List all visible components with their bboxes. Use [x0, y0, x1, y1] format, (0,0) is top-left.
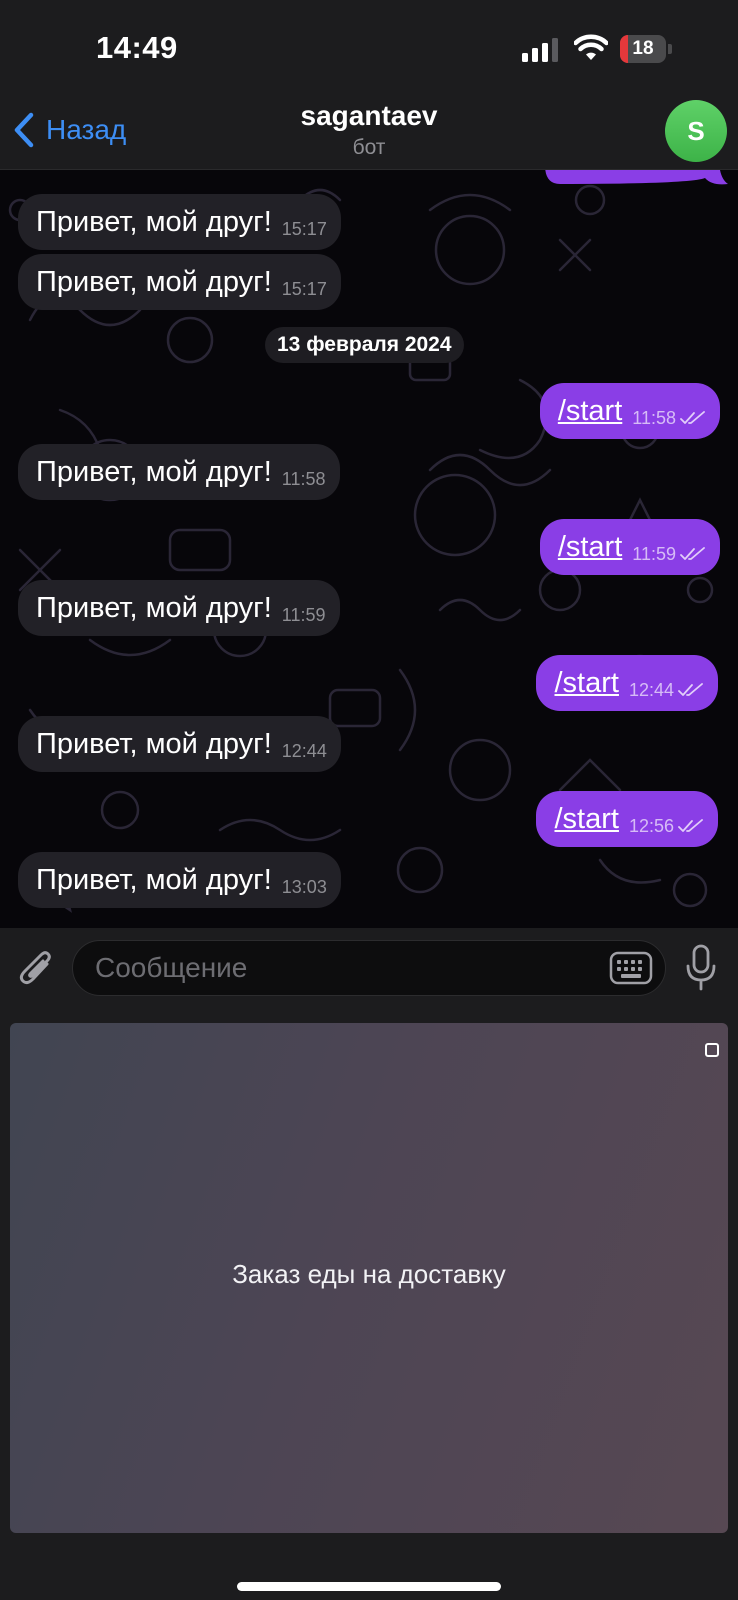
message-time: 13:03	[281, 876, 327, 897]
status-bar: 14:49 18	[0, 0, 738, 96]
microphone-icon[interactable]	[684, 944, 718, 992]
message-text: Привет, мой друг!	[36, 455, 272, 488]
list-item[interactable]: Привет, мой друг! 15:17	[18, 194, 341, 250]
message-input[interactable]	[95, 941, 575, 995]
keyboard-icon[interactable]	[609, 951, 653, 985]
list-item[interactable]: Привет, мой друг! 11:59	[18, 580, 340, 636]
double-check-icon	[680, 547, 705, 560]
message-text: Привет, мой друг!	[36, 265, 272, 298]
message-time: 11:58	[281, 468, 326, 489]
avatar[interactable]: S	[665, 100, 727, 162]
command-link[interactable]: /start	[554, 667, 618, 700]
list-item[interactable]: /start 11:59	[539, 519, 720, 575]
webapp-content[interactable]: Заказ еды на доставку	[10, 1023, 728, 1533]
message-text: Привет, мой друг!	[36, 591, 272, 624]
message-list[interactable]: 13 февраля 2024 Привет, мой друг! 15:17 …	[0, 170, 738, 928]
command-link[interactable]: /start	[558, 395, 622, 428]
date-separator: 13 февраля 2024	[265, 327, 464, 363]
message-time: 15:17	[281, 218, 327, 239]
message-field[interactable]	[72, 940, 666, 996]
list-item[interactable]: Привет, мой друг! 13:03	[18, 852, 341, 908]
list-item[interactable]: Привет, мой друг! 12:44	[18, 716, 341, 772]
collapse-icon[interactable]	[705, 1043, 719, 1057]
list-item[interactable]: Привет, мой друг! 15:17	[18, 254, 341, 310]
command-link[interactable]: /start	[558, 531, 622, 564]
message-text: Привет, мой друг!	[36, 205, 272, 238]
message-text: Привет, мой друг!	[36, 727, 272, 760]
wifi-icon	[574, 34, 608, 60]
double-check-icon	[680, 411, 705, 424]
battery-level: 18	[632, 38, 654, 59]
chat-subtitle: бот	[352, 136, 386, 159]
double-check-icon	[678, 819, 703, 832]
battery-icon: 18	[620, 35, 672, 63]
message-time: 11:59	[281, 604, 326, 625]
status-time: 14:49	[96, 30, 178, 65]
signal-icon	[522, 38, 558, 62]
double-check-icon	[678, 683, 703, 696]
message-text: Привет, мой друг!	[36, 863, 272, 896]
list-item[interactable]: /start 12:44	[536, 655, 718, 711]
list-item[interactable]: /start 11:58	[539, 383, 720, 439]
message-time: 12:56	[628, 815, 674, 836]
list-item[interactable]: /start 12:56	[536, 791, 718, 847]
webapp-title: Заказ еды на доставку	[232, 1259, 506, 1289]
message-time: 12:44	[628, 679, 674, 700]
chat-title[interactable]: sagantaev	[0, 100, 738, 132]
battery-body: 18	[620, 35, 666, 63]
list-item[interactable]: Привет, мой друг! 11:58	[18, 444, 340, 500]
message-time: 11:58	[632, 407, 676, 428]
chat-header: Назад sagantaev бот S	[0, 96, 738, 170]
command-link[interactable]: /start	[554, 803, 618, 836]
paperclip-icon[interactable]	[18, 946, 56, 990]
message-time: 11:59	[632, 543, 676, 564]
message-time: 12:44	[281, 740, 327, 761]
message-composer	[0, 928, 738, 1008]
message-time: 15:17	[281, 278, 327, 299]
battery-cap	[668, 44, 672, 54]
webapp-panel: Заказ еды на доставку	[0, 1008, 738, 1600]
home-indicator[interactable]	[237, 1582, 501, 1591]
